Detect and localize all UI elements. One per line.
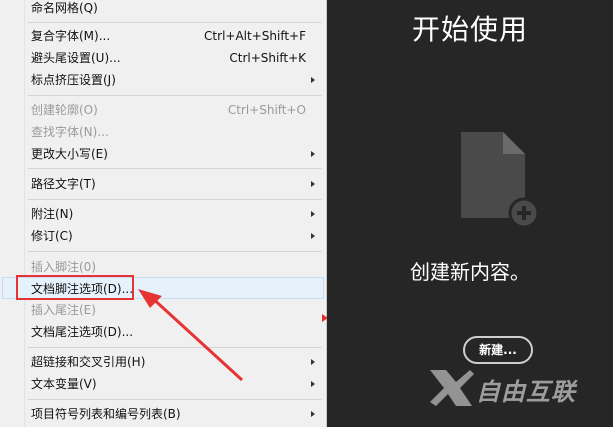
watermark-logo-icon <box>430 370 474 406</box>
new-document-icon <box>461 132 540 228</box>
new-document-button[interactable]: 新建... <box>463 336 533 364</box>
panel-subtitle: 创建新内容。 <box>410 260 530 284</box>
panel-title: 开始使用 <box>411 13 528 46</box>
watermark-text: 自由互联 <box>476 378 576 406</box>
start-panel: 开始使用 创建新内容。 新建... <box>327 0 613 427</box>
